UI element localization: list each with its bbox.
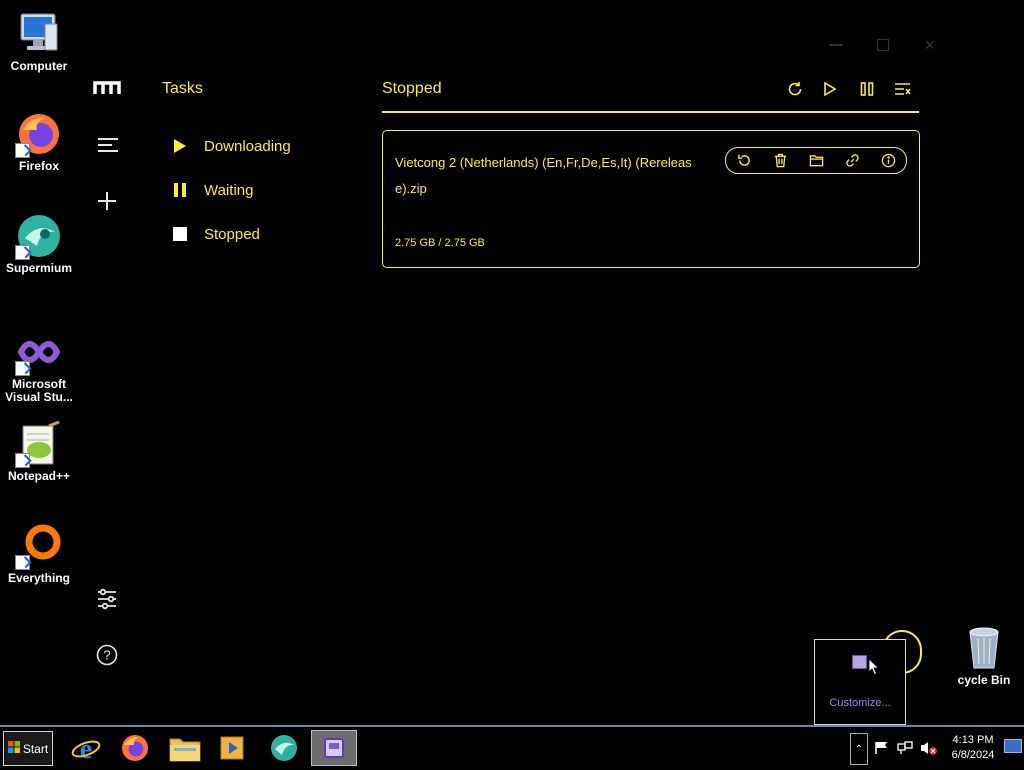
menu-icon[interactable] [96,136,118,158]
desktop-icon-recycle-bin[interactable]: cycle Bin [946,624,1022,687]
header-divider [382,111,919,113]
taskbar: Start e ⌃ 4:13 PM 6/8/2024 [0,725,1024,770]
add-task-icon[interactable] [96,190,118,212]
restart-icon[interactable] [735,152,753,170]
app-logo-icon [93,80,121,102]
svg-text:e: e [80,734,92,763]
maximize-button[interactable] [877,39,889,51]
desktop-icon-label: cycle Bin [957,673,1011,687]
shortcut-arrow-icon [15,555,30,570]
media-player-icon[interactable] [211,730,255,766]
nav-item-label: Stopped [204,225,260,243]
everything-search-icon [15,522,63,570]
settings-sliders-icon[interactable] [96,588,118,610]
clear-list-icon[interactable] [894,80,912,98]
network-icon[interactable] [897,741,913,760]
notepad-plus-plus-icon [15,420,63,468]
minimize-button[interactable] [829,44,843,46]
supermium-icon [15,212,63,260]
task-name-line-1: Vietcong 2 (Netherlands) (En,Fr,De,Es,It… [395,155,692,170]
show-desktop-icon[interactable] [1004,739,1022,753]
clock-time: 4:13 PM [952,734,994,746]
file-explorer-icon[interactable] [163,730,207,766]
desktop-icon-label: Firefox [18,159,59,173]
shortcut-arrow-icon [15,361,30,376]
recycle-bin-icon [960,624,1008,672]
refresh-icon[interactable] [786,80,804,98]
task-size: 2.75 GB / 2.75 GB [395,237,485,249]
show-hidden-icons-button[interactable]: ⌃ [850,733,868,765]
delete-icon[interactable] [771,152,789,170]
nav-title: Tasks [162,80,203,97]
desktop-icon-everything[interactable]: Everything [2,522,76,585]
desktop-icon-label: Everything [7,571,70,585]
nav-item-waiting[interactable]: Waiting [172,179,253,201]
page-title: Stopped [382,80,442,97]
firefox-taskbar-icon[interactable] [113,730,157,766]
pause-icon [172,182,188,198]
nav-item-label: Waiting [204,181,254,199]
shortcut-arrow-icon [15,453,30,468]
desktop-icon-supermium[interactable]: Supermium [2,212,76,275]
desktop-icon-computer[interactable]: Computer [2,10,76,73]
taskbar-clock[interactable]: 4:13 PM 6/8/2024 [940,733,1006,763]
start-label: Start [22,741,49,756]
play-icon [172,138,188,154]
shortcut-arrow-icon [15,143,30,158]
link-icon[interactable] [843,152,861,170]
desktop-icon-notepad-plus-plus[interactable]: Notepad++ [2,420,76,483]
desktop-icon-firefox[interactable]: Firefox [2,110,76,173]
windows-logo-icon [7,741,20,756]
nav-item-stopped[interactable]: Stopped [172,223,260,245]
clock-date: 6/8/2024 [951,749,995,761]
nav-item-label: Downloading [204,137,291,155]
task-name: Vietcong 2 (Netherlands) (En,Fr,De,Es,It… [395,150,715,202]
svg-text:?: ? [103,648,110,663]
motrix-tray-icon[interactable] [852,655,867,669]
action-center-flag-icon[interactable] [874,741,890,760]
tray-overflow-popup: Customize... [814,639,906,725]
customize-link[interactable]: Customize... [815,697,905,709]
firefox-icon [15,110,63,158]
visual-studio-icon [15,328,63,376]
nav-item-downloading[interactable]: Downloading [172,135,291,157]
help-icon[interactable]: ? [96,644,118,666]
task-name-line-2: e).zip [395,181,427,196]
task-actions [725,147,907,174]
mouse-cursor-icon [868,658,880,681]
desktop-icon-label: Computer [10,59,68,73]
start-button[interactable]: Start [3,731,53,766]
internet-explorer-icon[interactable]: e [64,730,108,766]
folder-icon[interactable] [807,152,825,170]
stop-icon [172,226,188,242]
motrix-taskbar-icon[interactable] [311,730,357,766]
desktop-icon-visual-studio[interactable]: Microsoft Visual Stu... [2,328,76,404]
computer-icon [15,10,63,58]
pause-all-icon[interactable] [858,80,876,98]
info-icon[interactable] [879,152,897,170]
desktop-icon-label: Supermium [5,261,72,275]
shortcut-arrow-icon [15,245,30,260]
desktop-icon-label: Microsoft Visual Stu... [5,377,73,404]
resume-all-icon[interactable] [821,80,839,98]
desktop-icon-label: Notepad++ [7,469,70,483]
volume-muted-icon[interactable] [920,740,938,761]
supermium-taskbar-icon[interactable] [262,730,306,766]
close-button[interactable]: ✕ [924,37,936,54]
